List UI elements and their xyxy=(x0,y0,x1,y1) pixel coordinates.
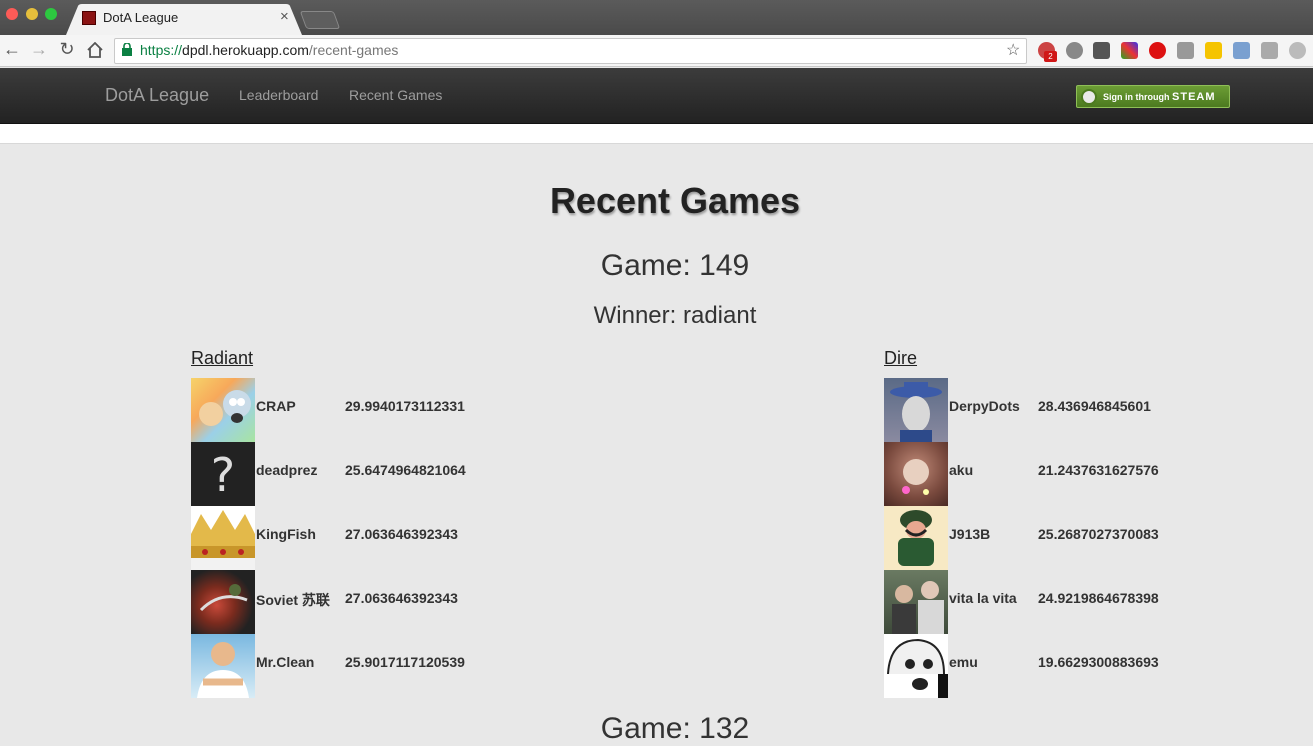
url-scheme: https:// xyxy=(140,42,183,58)
radiant-player-row: Soviet 苏联 27.063646392343 xyxy=(191,570,511,634)
player-name[interactable]: deadprez xyxy=(256,462,317,478)
extension-icon[interactable] xyxy=(1121,42,1138,59)
browser-tab[interactable] xyxy=(66,4,302,35)
nav-link-recent-games[interactable]: Recent Games xyxy=(349,87,442,103)
navbar-spacer xyxy=(0,124,1313,144)
extension-icon[interactable] xyxy=(1289,42,1306,59)
radiant-player-row: ? deadprez 25.6474964821064 xyxy=(191,442,511,506)
soldier-avatar xyxy=(884,506,948,570)
nav-link-leaderboard[interactable]: Leaderboard xyxy=(239,87,318,103)
crown-avatar xyxy=(191,506,255,570)
player-name[interactable]: vita la vita xyxy=(949,590,1017,606)
lock-icon xyxy=(122,43,132,56)
cartoon-characters-avatar xyxy=(191,378,255,442)
player-rating: 24.9219864678398 xyxy=(1038,590,1159,606)
window-minimize-button[interactable] xyxy=(26,8,38,20)
player-name[interactable]: emu xyxy=(949,654,978,670)
chat-extension-icon[interactable] xyxy=(1261,42,1278,59)
tab-title: DotA League xyxy=(103,10,179,25)
window-zoom-button[interactable] xyxy=(45,8,57,20)
brand-link[interactable]: DotA League xyxy=(105,85,209,106)
next-game-id-heading: Game: 132 xyxy=(600,712,750,745)
extension-icon[interactable] xyxy=(1177,42,1194,59)
page-title: Recent Games xyxy=(549,180,801,221)
url-host: dpdl.herokuapp.com xyxy=(182,42,309,58)
home-icon[interactable] xyxy=(86,42,104,58)
steam-sign-in-button[interactable]: Sign in through STEAM xyxy=(1076,85,1230,108)
radiant-player-row: CRAP 29.9940173112331 xyxy=(191,378,511,442)
steam-prefix: Sign in through xyxy=(1103,92,1170,102)
two-men-avatar xyxy=(884,570,948,634)
dire-player-row: DerpyDots 28.436946845601 xyxy=(884,378,1204,442)
player-rating: 27.063646392343 xyxy=(345,526,458,542)
gear-extension-icon[interactable] xyxy=(1066,42,1083,59)
player-rating: 19.6629300883693 xyxy=(1038,654,1159,670)
dire-player-row: aku 21.2437631627576 xyxy=(884,442,1204,506)
anime-avatar xyxy=(884,634,948,698)
opera-extension-icon[interactable] xyxy=(1149,42,1166,59)
extension-badge: 2 xyxy=(1044,51,1057,62)
winner-heading: Winner: radiant xyxy=(593,302,757,329)
extension-icon[interactable] xyxy=(1093,42,1110,59)
reload-icon[interactable]: ↻ xyxy=(57,39,77,59)
back-icon[interactable]: ← xyxy=(2,39,22,59)
radiant-player-row: KingFish 27.063646392343 xyxy=(191,506,511,570)
player-rating: 27.063646392343 xyxy=(345,590,458,606)
steam-logo-icon xyxy=(1081,89,1097,105)
player-rating: 25.2687027370083 xyxy=(1038,526,1159,542)
tab-close-icon[interactable]: × xyxy=(280,8,289,25)
mr-clean-avatar xyxy=(191,634,255,698)
player-name[interactable]: DerpyDots xyxy=(949,398,1020,414)
dire-player-row: vita la vita 24.9219864678398 xyxy=(884,570,1204,634)
hat-character-avatar xyxy=(884,378,948,442)
player-rating: 21.2437631627576 xyxy=(1038,462,1159,478)
dire-heading: Dire xyxy=(884,348,918,368)
new-tab-button[interactable] xyxy=(299,11,341,29)
cat-avatar xyxy=(884,442,948,506)
player-name[interactable]: KingFish xyxy=(256,526,316,542)
player-name[interactable]: Mr.Clean xyxy=(256,654,314,670)
player-name[interactable]: aku xyxy=(949,462,973,478)
player-name[interactable]: J913B xyxy=(949,526,990,542)
steam-word: STEAM xyxy=(1172,91,1216,103)
bookmark-star-icon[interactable]: ☆ xyxy=(1006,40,1020,60)
forward-icon[interactable]: → xyxy=(29,39,49,59)
player-name[interactable]: CRAP xyxy=(256,398,296,414)
player-rating: 29.9940173112331 xyxy=(345,398,465,414)
url-path: /recent-games xyxy=(308,42,399,58)
monster-avatar xyxy=(191,570,255,634)
game-id-heading: Game: 149 xyxy=(600,249,750,282)
steam-sign-in-label: Sign in through STEAM xyxy=(1103,91,1216,103)
extension-icon[interactable] xyxy=(1233,42,1250,59)
player-rating: 25.6474964821064 xyxy=(345,462,466,478)
radiant-player-row: Mr.Clean 25.9017117120539 xyxy=(191,634,511,698)
dota-favicon-icon xyxy=(82,11,96,25)
player-name[interactable]: Soviet 苏联 xyxy=(256,590,330,610)
window-close-button[interactable] xyxy=(6,8,18,20)
question-mark-avatar: ? xyxy=(191,442,255,506)
player-rating: 25.9017117120539 xyxy=(345,654,465,670)
dire-player-row: emu 19.6629300883693 xyxy=(884,634,1204,698)
url-text[interactable]: https://dpdl.herokuapp.com/recent-games xyxy=(140,42,398,58)
extension-icon[interactable] xyxy=(1205,42,1222,59)
player-rating: 28.436946845601 xyxy=(1038,398,1151,414)
dire-player-row: J913B 25.2687027370083 xyxy=(884,506,1204,570)
radiant-heading: Radiant xyxy=(191,348,254,368)
